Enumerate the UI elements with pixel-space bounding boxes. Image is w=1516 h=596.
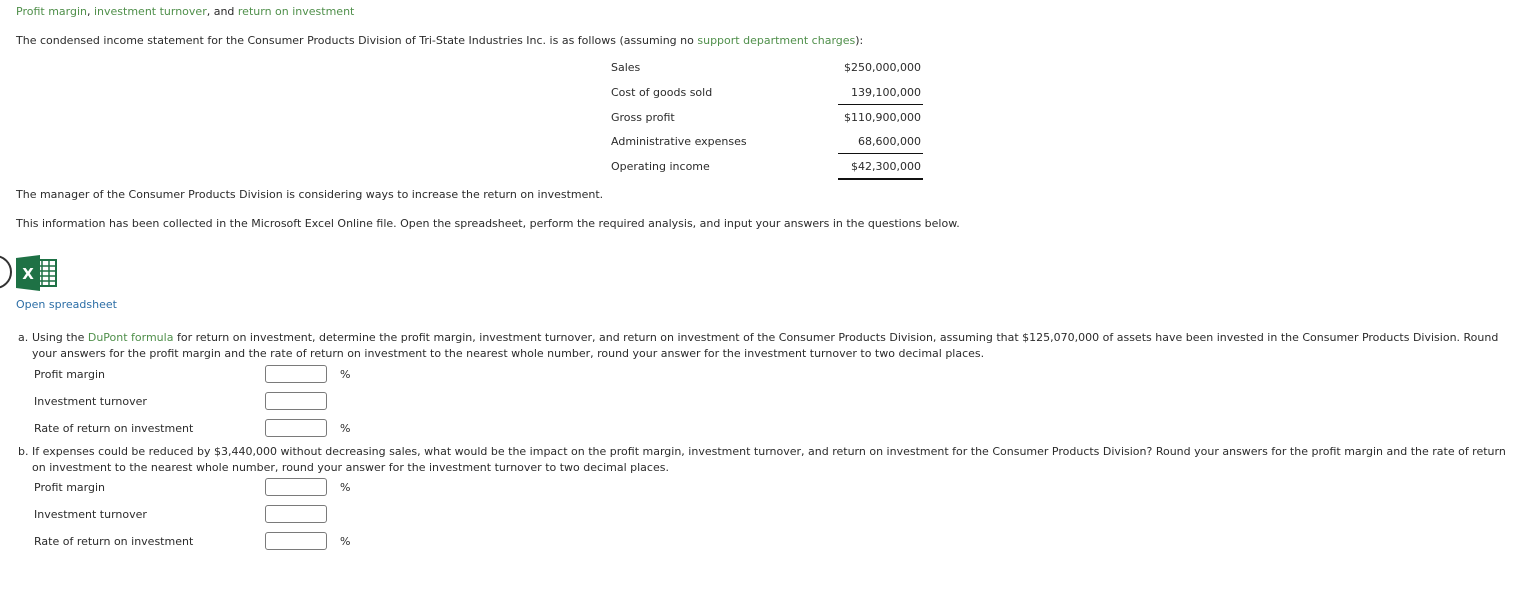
question-text: for return on investment, determine the … xyxy=(32,331,1499,360)
percent-unit: % xyxy=(340,422,351,435)
total-double-rule xyxy=(838,178,923,180)
income-row-label: Operating income xyxy=(611,160,710,173)
income-row-label: Administrative expenses xyxy=(611,135,747,148)
percent-unit: % xyxy=(340,368,351,381)
intro-text: The condensed income statement for the C… xyxy=(16,34,698,47)
dupont-formula-link[interactable]: DuPont formula xyxy=(88,331,174,344)
income-row-value: 68,600,000 xyxy=(858,135,921,148)
title-separator: , xyxy=(86,5,94,18)
subtotal-rule xyxy=(838,104,923,105)
field-label: Rate of return on investment xyxy=(34,535,194,548)
info-paragraph: This information has been collected in t… xyxy=(16,217,960,230)
question-text: Using the xyxy=(32,331,88,344)
percent-unit: % xyxy=(340,535,351,548)
income-row-label: Sales xyxy=(611,61,641,74)
support-department-charges-link[interactable]: support department charges xyxy=(697,34,855,47)
profit-margin-link[interactable]: Profit margin xyxy=(16,5,87,18)
excel-icon[interactable]: X xyxy=(14,255,58,291)
question-a-text: Using the DuPont formula for return on i… xyxy=(32,330,1513,362)
circle-decoration xyxy=(0,255,12,289)
b-investment-turnover-input[interactable] xyxy=(265,505,327,523)
b-return-on-investment-input[interactable] xyxy=(265,532,327,550)
income-row-value: $110,900,000 xyxy=(844,111,921,124)
manager-paragraph: The manager of the Consumer Products Div… xyxy=(16,188,604,201)
field-label: Profit margin xyxy=(34,481,105,494)
question-marker: a. xyxy=(18,331,29,344)
income-row-value: $250,000,000 xyxy=(844,61,921,74)
title-separator: , and xyxy=(206,5,238,18)
svg-text:X: X xyxy=(22,265,34,283)
question-b: b. If expenses could be reduced by $3,44… xyxy=(18,444,1513,476)
a-investment-turnover-input[interactable] xyxy=(265,392,327,410)
page-title: Profit margin, investment turnover, and … xyxy=(16,5,354,18)
b-profit-margin-input[interactable] xyxy=(265,478,327,496)
question-marker: b. xyxy=(18,445,29,458)
subtotal-rule xyxy=(838,153,923,154)
question-b-text: If expenses could be reduced by $3,440,0… xyxy=(32,445,1506,474)
income-row-value: 139,100,000 xyxy=(851,86,921,99)
income-row-label: Cost of goods sold xyxy=(611,86,713,99)
a-profit-margin-input[interactable] xyxy=(265,365,327,383)
field-label: Investment turnover xyxy=(34,395,147,408)
investment-turnover-link[interactable]: investment turnover xyxy=(94,5,207,18)
return-on-investment-link[interactable]: return on investment xyxy=(238,5,354,18)
intro-paragraph: The condensed income statement for the C… xyxy=(16,34,863,47)
field-label: Investment turnover xyxy=(34,508,147,521)
field-label: Rate of return on investment xyxy=(34,422,194,435)
income-row-value: $42,300,000 xyxy=(851,160,921,173)
income-row-label: Gross profit xyxy=(611,111,675,124)
question-a: a. Using the DuPont formula for return o… xyxy=(18,330,1513,362)
open-spreadsheet-link[interactable]: Open spreadsheet xyxy=(16,298,117,311)
a-return-on-investment-input[interactable] xyxy=(265,419,327,437)
intro-text-end: ): xyxy=(855,34,864,47)
percent-unit: % xyxy=(340,481,351,494)
field-label: Profit margin xyxy=(34,368,105,381)
